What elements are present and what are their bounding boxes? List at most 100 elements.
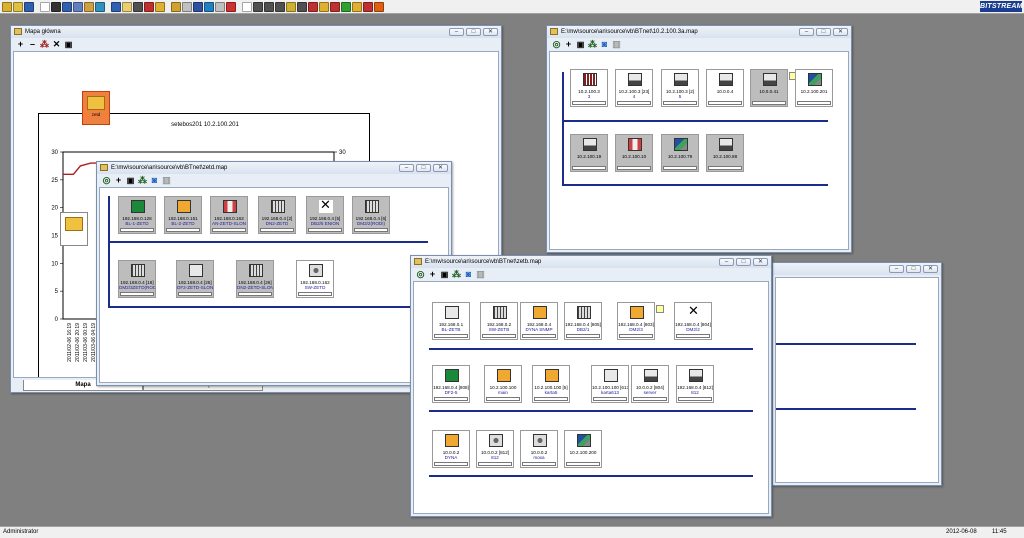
save-icon[interactable]: ▣ — [576, 40, 585, 49]
refresh-icon[interactable]: ◎ — [102, 175, 111, 185]
device-tile[interactable]: 10.2.100.3 [23] 4 — [615, 69, 653, 107]
close-button[interactable]: ✕ — [433, 164, 448, 172]
map-window-10-2-100-3a[interactable]: E:\mw\source\an\source\vb\BTnet\10.2.100… — [546, 25, 852, 253]
network-icon[interactable]: ⁂ — [40, 39, 49, 49]
lightning-icon[interactable] — [330, 2, 340, 12]
device-tile[interactable]: 10.2.100.10 — [615, 134, 653, 172]
w1-titlebar[interactable]: E:\mw\source\an\source\vb\BTnet\10.2.100… — [547, 26, 851, 38]
w2-titlebar[interactable]: E:\mw\source\an\source\vb\BTnet\zetd.map… — [97, 162, 451, 174]
minimize-button[interactable]: – — [889, 265, 904, 273]
close-button[interactable]: ✕ — [833, 28, 848, 36]
delete-icon[interactable] — [226, 2, 236, 12]
globe-icon[interactable]: ◙ — [150, 175, 159, 185]
device-tile[interactable]: 192.168.0.4 [812] 812 — [676, 365, 714, 403]
minimize-button[interactable]: – — [399, 164, 414, 172]
map-icon[interactable] — [111, 2, 121, 12]
device-tile[interactable]: 192.168.0.4 [808] DF2-5 — [432, 365, 470, 403]
save-icon[interactable]: ▣ — [64, 40, 73, 49]
device-tile[interactable]: 10.0.0.41 — [750, 69, 797, 107]
close-button[interactable]: ✕ — [923, 265, 938, 273]
close-button[interactable]: ✕ — [753, 258, 768, 266]
chart-icon[interactable]: ▥ — [612, 39, 621, 49]
device-tile[interactable]: 192.168.0.4 [2] DN2-ZETD — [258, 196, 296, 234]
device-tile[interactable]: 192.168.0.128 BL-1-ZETD — [118, 196, 156, 234]
map-window-zetb[interactable]: E:\mw\source\an\source\vb\BTnet\zetb.map… — [410, 255, 772, 517]
plus-icon[interactable] — [40, 2, 50, 12]
device-tile[interactable]: 192.168.0.1 BL-ZETB — [432, 302, 470, 340]
device-tile[interactable]: 192.168.0.4 [803] DM2/3 — [617, 302, 664, 340]
w4-titlebar[interactable]: – □ ✕ — [773, 263, 941, 275]
maximize-button[interactable]: □ — [906, 265, 921, 273]
scissors-icon[interactable] — [253, 2, 263, 12]
device-tile[interactable]: 192.168.0.4 [26]DN2-ZETD-SLONEC — [236, 260, 274, 298]
device-tile[interactable]: 192.168.0.4 [6] DM2/2(RODI) — [352, 196, 390, 234]
binoculars-icon[interactable] — [51, 2, 61, 12]
document-icon[interactable] — [182, 2, 192, 12]
device-tile[interactable]: 10.2.100.100 [613] karta613 — [591, 365, 629, 403]
close-button[interactable]: ✕ — [483, 28, 498, 36]
copy-icon[interactable] — [308, 2, 318, 12]
plus-icon[interactable]: + — [114, 175, 123, 185]
note-icon[interactable] — [122, 2, 132, 12]
table-icon[interactable] — [84, 2, 94, 12]
w3-titlebar[interactable]: E:\mw\source\an\source\vb\BTnet\zetb.map… — [411, 256, 771, 268]
device-tile[interactable]: 192.168.0.162 SW-ZETD — [296, 260, 334, 298]
minimize-button[interactable]: – — [799, 28, 814, 36]
save-icon[interactable]: ▣ — [126, 176, 135, 185]
w1-canvas[interactable]: 10.2.100.3 3 10.2.100.3 [23] 4 10.2.100.3 [2… — [549, 51, 849, 250]
minimize-button[interactable]: – — [719, 258, 734, 266]
device-tile[interactable]: 192.168.0.4 [805] DB2/1 — [564, 302, 602, 340]
map-window-zetd[interactable]: E:\mw\source\an\source\vb\BTnet\zetd.map… — [96, 161, 452, 386]
device-tile[interactable]: 10.2.100.79 — [661, 134, 699, 172]
maximize-button[interactable]: □ — [816, 28, 831, 36]
globe-icon[interactable] — [95, 2, 105, 12]
device-tile[interactable]: 10.2.100.19 — [570, 134, 608, 172]
network-icon[interactable] — [264, 2, 274, 12]
open-folder-icon[interactable] — [2, 2, 12, 12]
device-tile[interactable]: 10.2.100.201 — [795, 69, 833, 107]
chart-icon[interactable]: ▥ — [162, 175, 171, 185]
chart-icon[interactable]: ▥ — [476, 269, 485, 279]
clipboard-icon[interactable] — [215, 2, 225, 12]
grid-icon[interactable] — [275, 2, 285, 12]
delete-icon[interactable]: ✕ — [52, 39, 61, 49]
device-tile[interactable]: 10.2.100.88 — [706, 134, 744, 172]
minimize-button[interactable]: – — [449, 28, 464, 36]
device-tile[interactable]: 192.168.0.4 [5]DB2/5 ENION — [306, 196, 344, 234]
chart-icon[interactable] — [62, 2, 72, 12]
save-icon[interactable]: ▣ — [440, 270, 449, 279]
info-icon[interactable] — [204, 2, 214, 12]
network-icon[interactable] — [73, 2, 83, 12]
device-tile[interactable]: 192.168.0.4 [804]DM2/2 — [674, 302, 712, 340]
maximize-button[interactable]: □ — [736, 258, 751, 266]
device-tile[interactable]: 10.2.100.3 [2] 5 — [661, 69, 699, 107]
map-folder-2[interactable] — [60, 212, 88, 246]
device-tile[interactable]: 192.168.0.2 SW-ZETB — [480, 302, 518, 340]
copy-icon[interactable] — [242, 2, 252, 12]
device-tile[interactable]: 192.168.0.4 DYNA SNMP — [520, 302, 558, 340]
device-tile[interactable]: 10.2.100.3 3 — [570, 69, 608, 107]
device-tile[interactable]: 192.168.0.151 BL-2-ZETD — [164, 196, 202, 234]
plus-icon[interactable]: + — [16, 39, 25, 49]
device-tile[interactable]: 192.168.0.4 [18]DM2/3ZETD(RODT) — [118, 260, 156, 298]
globe-icon[interactable]: ◙ — [464, 269, 473, 279]
device-tile[interactable]: 10.0.0.4 — [706, 69, 744, 107]
arrow-down-icon[interactable] — [144, 2, 154, 12]
device-tile[interactable]: 10.0.0.2 moxa — [520, 430, 558, 468]
minus-icon[interactable]: – — [28, 39, 37, 49]
globe-icon[interactable]: ◙ — [600, 39, 609, 49]
network-icon[interactable]: ⁂ — [138, 175, 147, 185]
edit-icon[interactable] — [155, 2, 165, 12]
plus-icon[interactable]: + — [428, 269, 437, 279]
clip-icon[interactable] — [341, 2, 351, 12]
plus-icon[interactable]: + — [564, 39, 573, 49]
main-map-titlebar[interactable]: Mapa główna – □ ✕ — [11, 26, 501, 38]
folder-icon[interactable] — [286, 2, 296, 12]
disk-icon[interactable] — [133, 2, 143, 12]
stop-icon[interactable] — [363, 2, 373, 12]
w2-canvas[interactable]: 192.168.0.128 BL-1-ZETD 192.168.0.151 BL-2-… — [99, 187, 449, 383]
folder-icon[interactable] — [13, 2, 23, 12]
device-tile[interactable]: 10.0.0.2 [812] 812 — [476, 430, 514, 468]
w4-canvas[interactable] — [775, 277, 939, 483]
refresh-icon[interactable]: ◎ — [552, 39, 561, 49]
